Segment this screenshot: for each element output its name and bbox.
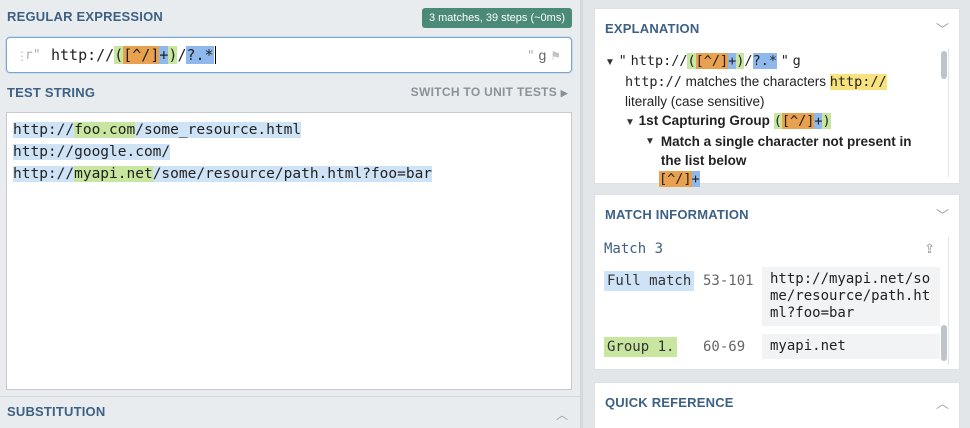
triangle-down-icon: ▼ [645,136,655,147]
share-icon[interactable]: ⇪ [924,241,935,257]
chevron-up-icon[interactable]: ︿ [936,393,949,412]
match-label: Match 3 [604,241,664,257]
test-line-1: http://foo.com/some_resource.html [13,122,302,138]
explanation-title: EXPLANATION [605,21,700,36]
flag-icon: ⚑ [550,49,561,63]
match-information-title: MATCH INFORMATION [605,207,749,222]
caret-right-icon: ▶ [560,88,568,98]
regex-section-title: REGULAR EXPRESSION [7,9,164,24]
match-information-panel: MATCH INFORMATION ﹀ Match 3 ⇪ Full match… [594,194,960,370]
regex-input[interactable]: ⋮ r" http://([^/]+)/?.* " g ⚑ [6,37,572,73]
test-string-title: TEST STRING [7,85,96,100]
explanation-literal-line: http:// matches the characters http:// [625,74,887,90]
explanation-scrollbar[interactable] [941,51,947,79]
explanation-class-code: [^/]+ [659,171,700,187]
triangle-down-icon: ▼ [625,117,635,128]
switch-to-unit-tests-link[interactable]: SWITCH TO UNIT TESTS ▶ [411,85,568,99]
left-pane: REGULAR EXPRESSION 3 matches, 39 steps (… [0,0,580,428]
match-count-badge: 3 matches, 39 steps (~0ms) [421,8,572,28]
triangle-down-icon: ▼ [605,57,615,68]
full-match-value[interactable]: http://myapi.net/some/resource/path.html… [762,267,940,326]
chevron-down-icon[interactable]: ﹀ [936,19,949,38]
full-match-range: 53-101 [703,273,754,289]
substitution-title: SUBSTITUTION [7,404,106,419]
regex-flags[interactable]: " g ⚑ [527,47,561,64]
explanation-root-line[interactable]: ▼ " http://([^/]+)/?.* " g [605,51,939,72]
test-line-3: http://myapi.net/some/resource/path.html… [13,166,433,182]
chevron-up-icon[interactable]: ︿ [556,406,568,423]
test-line-2: http://google.com/ [13,144,171,160]
chevron-down-icon[interactable]: ﹀ [936,205,949,224]
explanation-tree: ▼ " http://([^/]+)/?.* " g http:// match… [605,51,939,189]
regex-pattern[interactable]: http://([^/]+)/?.* [51,46,216,64]
explanation-group-line[interactable]: ▼ 1st Capturing Group ([^/]+) [605,111,939,132]
regex-delimiter-left: r" [25,48,41,63]
full-match-label: Full match [604,271,695,291]
group-1-label: Group 1. [604,337,678,357]
explanation-panel: EXPLANATION ﹀ ▼ " http://([^/]+)/?.* " g… [594,8,960,187]
match-scrollbar[interactable] [941,325,947,361]
explanation-class-line[interactable]: ▼ Match a single character not present in… [605,132,939,170]
test-string-editor[interactable]: http://foo.com/some_resource.html http:/… [6,112,572,390]
quick-reference-title: QUICK REFERENCE [605,395,734,410]
group-1-range: 60-69 [703,339,746,355]
quick-reference-panel[interactable]: QUICK REFERENCE ︿ [594,382,960,428]
substitution-section[interactable]: SUBSTITUTION ︿ [0,396,580,428]
pane-divider[interactable] [580,0,583,428]
explanation-case-line: literally (case sensitive) [625,94,765,109]
group-1-value[interactable]: myapi.net [762,334,940,359]
